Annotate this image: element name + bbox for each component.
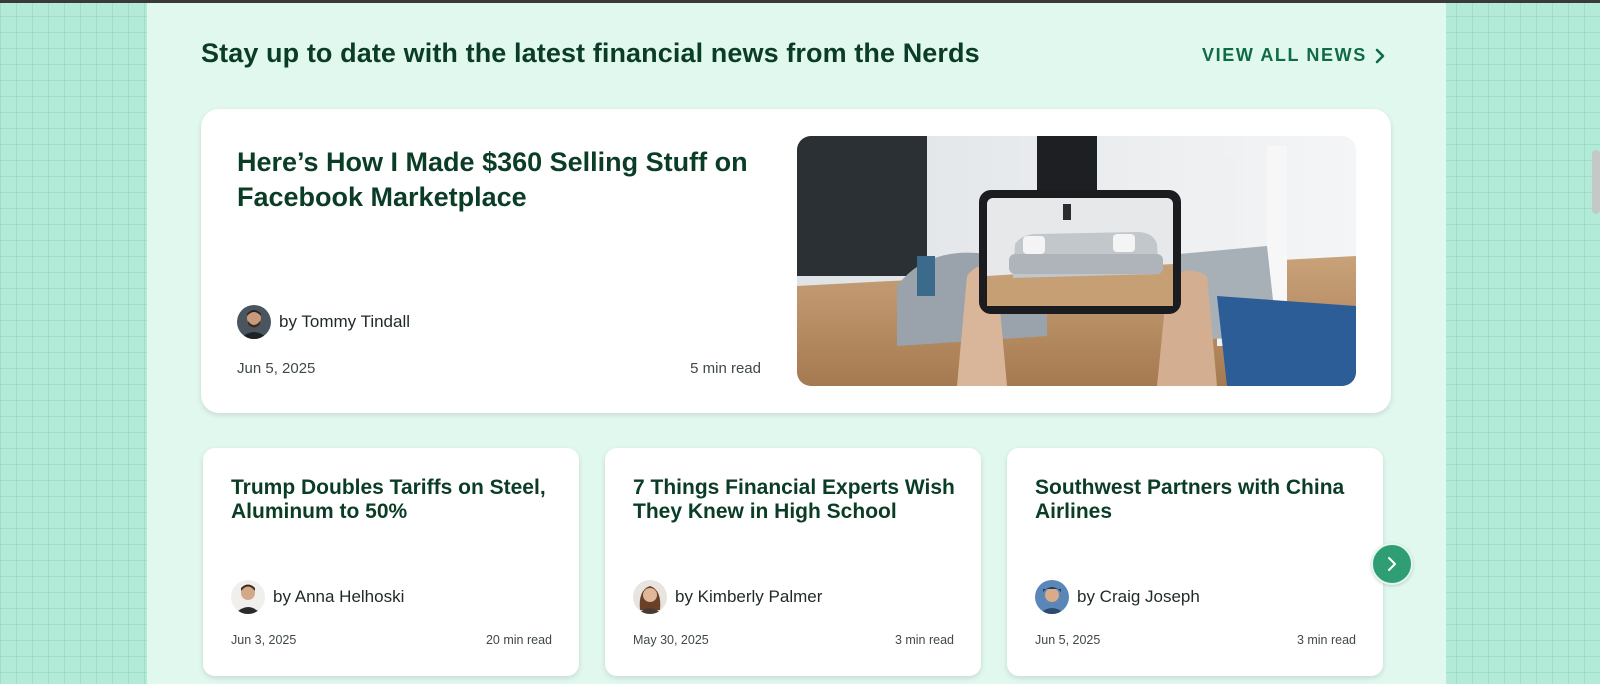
scrollbar-thumb[interactable] <box>1592 150 1600 214</box>
author-avatar <box>633 580 667 614</box>
author-avatar <box>1035 580 1069 614</box>
article-title[interactable]: Trump Doubles Tariffs on Steel, Aluminum… <box>231 476 561 524</box>
article-card[interactable]: 7 Things Financial Experts Wish They Kne… <box>605 448 981 676</box>
section-heading: Stay up to date with the latest financia… <box>201 38 980 68</box>
author-name: by Craig Joseph <box>1077 587 1200 606</box>
author-name: by Anna Helhoski <box>273 587 405 606</box>
read-time: 5 min read <box>690 360 761 377</box>
article-date: Jun 5, 2025 <box>1035 633 1101 647</box>
chevron-right-icon <box>1388 557 1396 571</box>
featured-article-card[interactable]: Here’s How I Made $360 Selling Stuff on … <box>201 109 1391 413</box>
featured-author[interactable]: by Tommy Tindall <box>237 305 410 339</box>
article-title[interactable]: 7 Things Financial Experts Wish They Kne… <box>633 476 963 524</box>
article-card[interactable]: Trump Doubles Tariffs on Steel, Aluminum… <box>203 448 579 676</box>
tablet-ar-photo <box>797 136 1356 386</box>
article-author[interactable]: by Anna Helhoski <box>231 580 404 614</box>
featured-article-title[interactable]: Here’s How I Made $360 Selling Stuff on … <box>237 145 767 215</box>
article-author[interactable]: by Kimberly Palmer <box>633 580 822 614</box>
article-date: Jun 3, 2025 <box>231 633 297 647</box>
article-date: May 30, 2025 <box>633 633 709 647</box>
author-name: by Kimberly Palmer <box>675 587 823 606</box>
read-time: 20 min read <box>485 633 552 647</box>
read-time: 3 min read <box>894 633 954 647</box>
chevron-right-icon <box>1375 48 1385 63</box>
view-all-news-link[interactable]: VIEW ALL NEWS <box>1202 45 1385 66</box>
article-date: Jun 5, 2025 <box>237 360 316 377</box>
author-avatar <box>237 305 271 339</box>
carousel-next-button[interactable] <box>1371 543 1413 585</box>
article-title[interactable]: Southwest Partners with China Airlines <box>1035 476 1365 524</box>
featured-article-image[interactable] <box>797 136 1356 386</box>
article-author[interactable]: by Craig Joseph <box>1035 580 1200 614</box>
author-name: by Tommy Tindall <box>279 312 411 331</box>
view-all-news-label: VIEW ALL NEWS <box>1202 45 1367 65</box>
read-time: 3 min read <box>1296 633 1356 647</box>
article-card[interactable]: Southwest Partners with China Airlines b… <box>1007 448 1383 676</box>
author-avatar <box>231 580 265 614</box>
